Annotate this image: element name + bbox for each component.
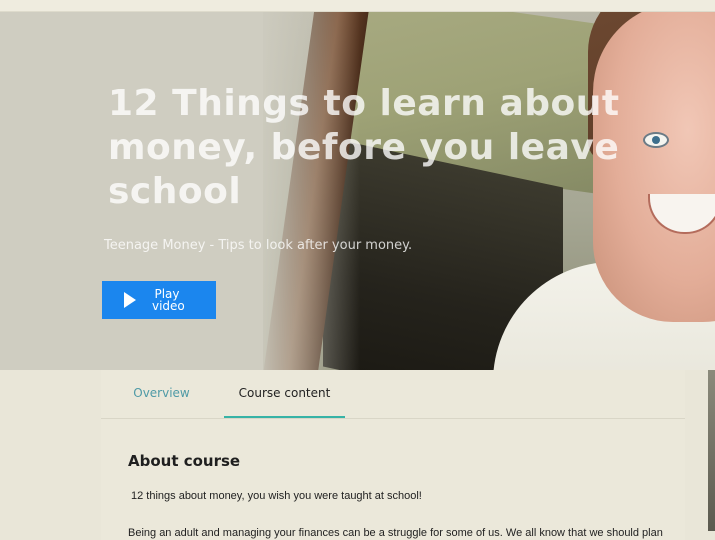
hero-banner: 12 Things to learn about money, before y…	[0, 12, 715, 370]
course-title: 12 Things to learn about money, before y…	[108, 83, 620, 212]
top-bar	[0, 0, 715, 12]
course-tabs: Overview Course content	[101, 370, 685, 419]
about-course-summary: 12 things about money, you wish you were…	[131, 490, 422, 502]
course-subtitle: Teenage Money - Tips to look after your …	[104, 238, 413, 253]
play-video-button[interactable]: Play video	[102, 281, 216, 319]
side-panel-edge	[708, 370, 715, 531]
tab-overview[interactable]: Overview	[124, 370, 199, 418]
about-course-description: Being an adult and managing your finance…	[128, 527, 663, 539]
play-icon	[124, 292, 136, 308]
tab-course-content[interactable]: Course content	[224, 370, 345, 418]
play-video-label: Play video	[152, 287, 185, 313]
about-course-heading: About course	[128, 452, 241, 470]
course-card: Overview Course content About course 12 …	[101, 370, 685, 540]
